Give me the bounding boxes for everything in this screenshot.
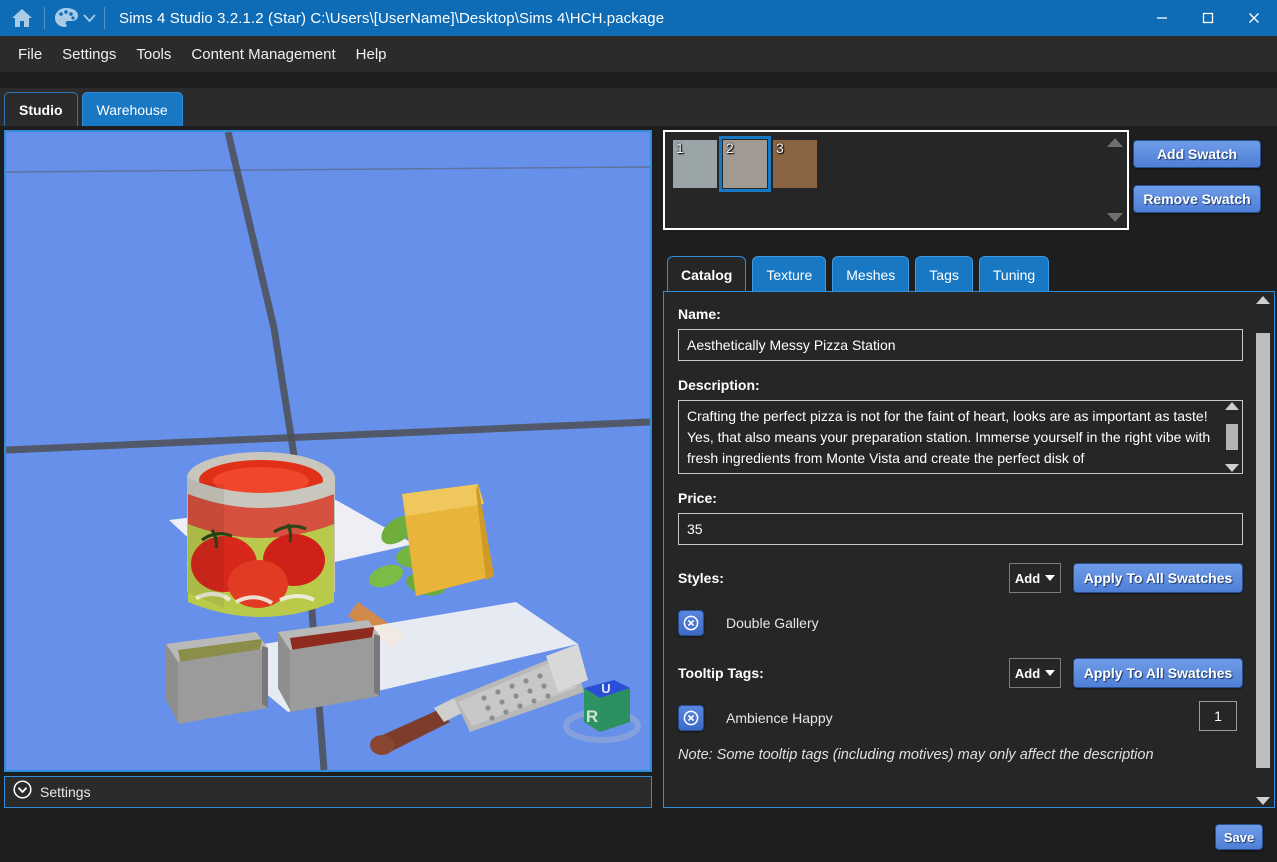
swatch-list: 1 2 3 (665, 132, 1127, 196)
scroll-up-arrow-icon[interactable] (1256, 296, 1270, 304)
description-scrollbar[interactable] (1223, 402, 1241, 472)
menu-item-content-management[interactable]: Content Management (181, 41, 345, 68)
scrollbar-thumb[interactable] (1256, 333, 1270, 768)
viewport-settings-bar[interactable]: Settings (4, 776, 652, 808)
chevron-down-icon (1045, 575, 1056, 581)
styles-header-row: Styles: Add Apply To All Swatches (678, 563, 1243, 593)
styles-add-dropdown[interactable]: Add (1009, 563, 1061, 593)
swatch-item-2[interactable]: 2 (719, 136, 771, 192)
styles-add-label: Add (1014, 570, 1041, 586)
catalog-form-scrollbar[interactable] (1253, 293, 1273, 807)
styles-list-item: Double Gallery (678, 610, 1243, 636)
tab-texture[interactable]: Texture (752, 256, 827, 292)
remove-swatch-button[interactable]: Remove Swatch (1133, 185, 1261, 213)
tooltip-tag-count-input[interactable]: 1 (1199, 701, 1237, 731)
delete-circle-icon[interactable] (678, 705, 704, 731)
tab-studio[interactable]: Studio (4, 92, 78, 126)
name-label: Name: (678, 306, 721, 322)
tab-tags[interactable]: Tags (915, 256, 973, 292)
styles-apply-to-all-swatches-button[interactable]: Apply To All Swatches (1073, 563, 1243, 593)
window-title: Sims 4 Studio 3.2.1.2 (Star) C:\Users\[U… (119, 9, 665, 27)
title-bar: Sims 4 Studio 3.2.1.2 (Star) C:\Users\[U… (0, 0, 1277, 36)
scroll-down-arrow-icon[interactable] (1107, 213, 1123, 222)
home-icon[interactable] (0, 0, 44, 36)
tooltip-tags-label: Tooltip Tags: (678, 665, 764, 681)
svg-text:U: U (601, 681, 610, 696)
price-label: Price: (678, 490, 717, 506)
catalog-form: Name: Aesthetically Messy Pizza Station … (664, 292, 1253, 807)
menu-item-tools[interactable]: Tools (126, 41, 181, 68)
menu-item-file[interactable]: File (8, 41, 52, 68)
tooltip-add-label: Add (1014, 665, 1041, 681)
catalog-tab-bar: Catalog Texture Meshes Tags Tuning (663, 254, 1275, 292)
save-button[interactable]: Save (1215, 824, 1263, 850)
swatch-list-panel[interactable]: 1 2 3 (663, 130, 1129, 230)
chevron-down-icon (1045, 670, 1056, 676)
description-label: Description: (678, 377, 760, 393)
menu-item-help[interactable]: Help (346, 41, 397, 68)
name-input[interactable]: Aesthetically Messy Pizza Station (678, 329, 1243, 361)
swatch-number: 2 (726, 140, 734, 156)
settings-label: Settings (40, 784, 91, 800)
menu-item-settings[interactable]: Settings (52, 41, 126, 68)
scroll-up-arrow-icon[interactable] (1107, 138, 1123, 147)
scroll-up-arrow-icon[interactable] (1225, 402, 1239, 410)
delete-circle-icon[interactable] (678, 610, 704, 636)
add-swatch-button[interactable]: Add Swatch (1133, 140, 1261, 168)
swatch-scrollbar[interactable] (1105, 134, 1125, 226)
menu-bar: File Settings Tools Content Management H… (0, 36, 1277, 72)
close-icon[interactable] (1231, 0, 1277, 36)
titlebar-divider-2 (104, 7, 105, 29)
scroll-down-arrow-icon[interactable] (1256, 797, 1270, 805)
swatch-number: 3 (776, 140, 784, 156)
tab-warehouse[interactable]: Warehouse (81, 92, 183, 126)
svg-text:R: R (586, 707, 598, 726)
tab-tuning[interactable]: Tuning (978, 256, 1050, 292)
minimize-icon[interactable] (1139, 0, 1185, 36)
price-input[interactable]: 35 (678, 513, 1243, 545)
app-window: Sims 4 Studio 3.2.1.2 (Star) C:\Users\[U… (0, 0, 1277, 862)
swatch-number: 1 (676, 140, 684, 156)
chevron-down-icon (83, 14, 96, 23)
styles-label: Styles: (678, 570, 724, 586)
model-viewport[interactable]: U R (4, 130, 652, 772)
tooltip-note: Note: Some tooltip tags (including motiv… (678, 747, 1154, 763)
viewport-canvas[interactable]: U R (6, 132, 650, 770)
swatch-item-1[interactable]: 1 (673, 140, 717, 188)
scrollbar-thumb[interactable] (1226, 424, 1238, 450)
description-input[interactable]: Crafting the perfect pizza is not for th… (678, 400, 1243, 474)
catalog-form-panel: Name: Aesthetically Messy Pizza Station … (663, 291, 1275, 808)
tooltip-tag-list-item: Ambience Happy 1 (678, 701, 1243, 731)
main-tab-bar: Studio Warehouse (0, 88, 1277, 126)
tab-meshes[interactable]: Meshes (832, 256, 910, 292)
tooltip-tags-header-row: Tooltip Tags: Add Apply To All Swatches (678, 658, 1243, 688)
tab-catalog[interactable]: Catalog (667, 256, 747, 292)
description-field[interactable]: Crafting the perfect pizza is not for th… (678, 400, 1243, 474)
tooltip-tag-name: Ambience Happy (726, 710, 833, 726)
tooltip-tags-add-dropdown[interactable]: Add (1009, 658, 1061, 688)
chevron-down-circle-icon[interactable] (13, 780, 32, 804)
swatch-item-3[interactable]: 3 (773, 140, 817, 188)
style-name: Double Gallery (726, 615, 819, 631)
scroll-down-arrow-icon[interactable] (1225, 464, 1239, 472)
maximize-icon[interactable] (1185, 0, 1231, 36)
tooltip-apply-to-all-swatches-button[interactable]: Apply To All Swatches (1073, 658, 1243, 688)
palette-icon[interactable] (45, 0, 104, 36)
